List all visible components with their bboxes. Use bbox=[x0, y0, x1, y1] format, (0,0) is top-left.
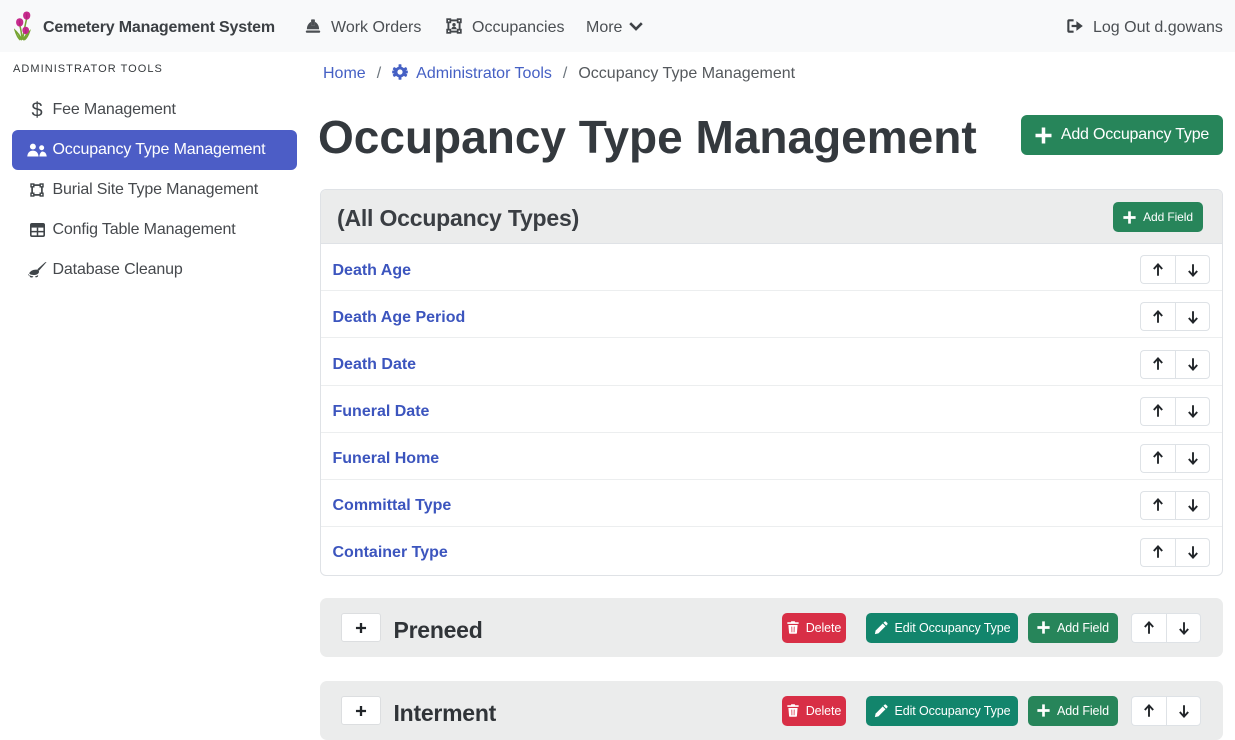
svg-text:$: $ bbox=[32, 101, 43, 120]
